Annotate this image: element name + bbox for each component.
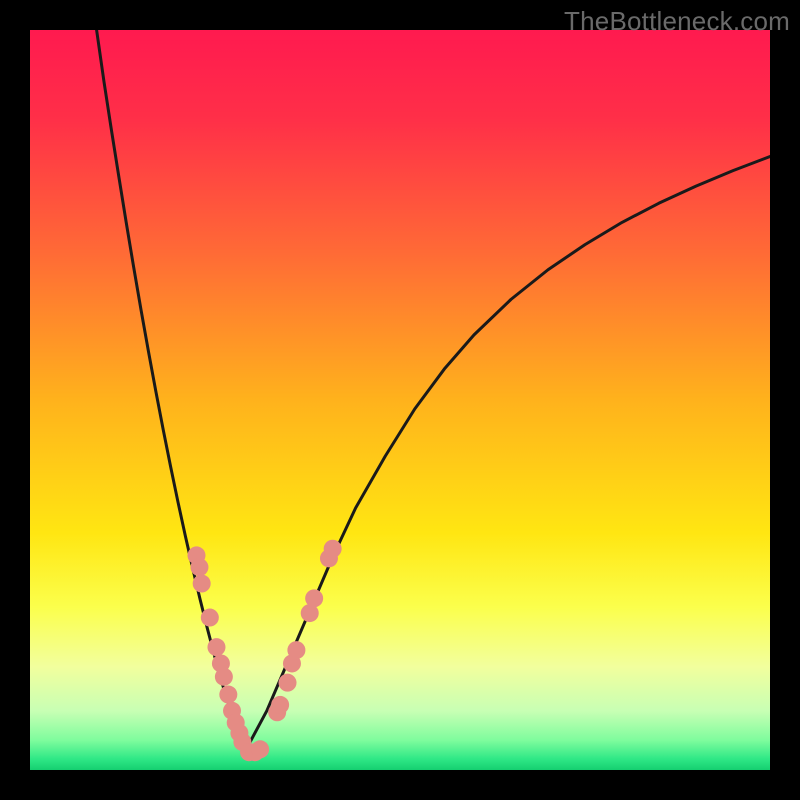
data-marker — [287, 641, 305, 659]
data-marker — [324, 540, 342, 558]
data-marker — [271, 696, 289, 714]
plot-area — [30, 30, 770, 770]
curve-right-branch — [245, 157, 770, 753]
data-marker — [201, 609, 219, 627]
chart-frame: TheBottleneck.com — [0, 0, 800, 800]
curves-layer — [30, 30, 770, 770]
data-marker — [215, 668, 233, 686]
watermark-text: TheBottleneck.com — [564, 6, 790, 37]
data-marker — [279, 674, 297, 692]
data-marker — [193, 575, 211, 593]
data-marker — [207, 638, 225, 656]
data-marker — [251, 740, 269, 758]
data-marker — [219, 686, 237, 704]
data-marker — [190, 558, 208, 576]
data-marker — [305, 589, 323, 607]
